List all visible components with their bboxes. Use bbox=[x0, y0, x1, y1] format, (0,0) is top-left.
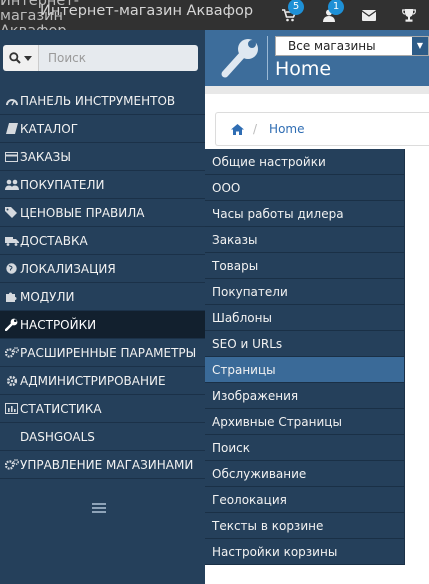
cogs-icon bbox=[3, 458, 20, 471]
search-bar bbox=[3, 45, 198, 71]
puzzle-icon bbox=[3, 291, 20, 302]
envelope-icon bbox=[362, 9, 376, 21]
menu-lines-icon bbox=[92, 503, 106, 513]
sidebar-item-customers[interactable]: ПОКУПАТЕЛИ bbox=[0, 171, 205, 199]
collapse-menu-button[interactable] bbox=[92, 502, 106, 516]
sidebar-item-dashgoals[interactable]: DASHGOALS bbox=[0, 423, 205, 451]
customers-button[interactable]: 1 bbox=[309, 0, 349, 30]
cogs-icon bbox=[3, 346, 20, 359]
sidebar-item-dashboard[interactable]: ПАНЕЛЬ ИНСТРУМЕНТОВ bbox=[0, 87, 205, 115]
cart-button[interactable]: 5 bbox=[269, 0, 309, 30]
sidebar-item-label: АДМИНИСТРИРОВАНИЕ bbox=[20, 373, 166, 388]
submenu-item[interactable]: SEO и URLs bbox=[205, 331, 404, 357]
submenu-item[interactable]: Архивные Страницы bbox=[205, 409, 404, 435]
sidebar-item-orders[interactable]: ЗАКАЗЫ bbox=[0, 143, 205, 171]
customers-badge: 1 bbox=[328, 0, 344, 15]
submenu-item[interactable]: Изображения bbox=[205, 383, 404, 409]
goals-button[interactable] bbox=[389, 0, 429, 30]
truck-icon bbox=[3, 236, 20, 246]
sidebar-item-label: ПАНЕЛЬ ИНСТРУМЕНТОВ bbox=[20, 93, 176, 108]
wrench-icon bbox=[3, 318, 20, 331]
submenu-item[interactable]: Обслуживание bbox=[205, 461, 404, 487]
sidebar-item-catalog[interactable]: КАТАЛОГ bbox=[0, 115, 205, 143]
submenu-item[interactable]: Поиск bbox=[205, 435, 404, 461]
sidebar-item-label: ДОСТАВКА bbox=[20, 233, 88, 248]
sidebar-item-modules[interactable]: МОДУЛИ bbox=[0, 283, 205, 311]
top-icons: 5 1 bbox=[269, 0, 429, 30]
sidebar-item-settings[interactable]: НАСТРОЙКИ bbox=[0, 311, 205, 339]
sidebar-item-label: МОДУЛИ bbox=[20, 289, 75, 304]
submenu-item[interactable]: Покупатели bbox=[205, 279, 404, 305]
submenu-item[interactable]: Тексты в корзине bbox=[205, 513, 404, 539]
store-select[interactable]: Все магазины ▼ bbox=[275, 36, 429, 56]
breadcrumb: / Home bbox=[215, 112, 429, 146]
submenu-item[interactable]: Часы работы дилера bbox=[205, 201, 404, 227]
globe-icon bbox=[3, 263, 20, 274]
page-header: Все магазины ▼ Home bbox=[205, 30, 429, 86]
users-icon bbox=[3, 179, 20, 190]
top-bar: Интернет-магазин Аквафор Интернет-магази… bbox=[0, 0, 429, 39]
messages-button[interactable] bbox=[349, 0, 389, 30]
sidebar-item-localization[interactable]: ЛОКАЛИЗАЦИЯ bbox=[0, 255, 205, 283]
sidebar-item-statistics[interactable]: СТАТИСТИКА bbox=[0, 395, 205, 423]
sidebar-item-label: УПРАВЛЕНИЕ МАГАЗИНАМИ bbox=[20, 457, 194, 472]
sidebar-item-label: СТАТИСТИКА bbox=[20, 401, 102, 416]
cart-badge: 5 bbox=[288, 0, 304, 15]
submenu-item[interactable]: Общие настройки bbox=[205, 149, 404, 175]
sidebar-item-advanced-parameters[interactable]: РАСШИРЕННЫЕ ПАРАМЕТРЫ bbox=[0, 339, 205, 367]
trophy-icon bbox=[402, 8, 416, 22]
sidebar-item-label: ПОКУПАТЕЛИ bbox=[20, 177, 105, 192]
header-divider bbox=[267, 36, 268, 80]
header-gap bbox=[205, 86, 429, 94]
submenu-item[interactable]: Товары bbox=[205, 253, 404, 279]
wrench-icon bbox=[221, 39, 258, 78]
sidebar-item-administration[interactable]: АДМИНИСТРИРОВАНИЕ bbox=[0, 367, 205, 395]
sidebar-item-label: DASHGOALS bbox=[20, 429, 95, 444]
breadcrumb-home[interactable]: Home bbox=[269, 122, 304, 136]
submenu-item-active[interactable]: Страницы bbox=[205, 357, 404, 383]
search-type-button[interactable] bbox=[3, 45, 39, 71]
home-icon[interactable] bbox=[231, 123, 244, 135]
sidebar: ПАНЕЛЬ ИНСТРУМЕНТОВ КАТАЛОГ ЗАКАЗЫ ПОКУП… bbox=[0, 30, 205, 584]
sidebar-item-label: ЗАКАЗЫ bbox=[20, 149, 71, 164]
tags-icon bbox=[3, 207, 20, 218]
sidebar-nav: ПАНЕЛЬ ИНСТРУМЕНТОВ КАТАЛОГ ЗАКАЗЫ ПОКУП… bbox=[0, 87, 205, 479]
submenu-item[interactable]: Настройки корзины bbox=[205, 539, 404, 565]
search-icon bbox=[9, 52, 21, 64]
page-title: Home bbox=[275, 58, 332, 80]
caret-down-icon bbox=[24, 55, 32, 61]
submenu-item[interactable]: Шаблоны bbox=[205, 305, 404, 331]
credit-card-icon bbox=[3, 151, 20, 162]
sidebar-item-label: КАТАЛОГ bbox=[20, 121, 79, 136]
submenu-item[interactable]: Заказы bbox=[205, 227, 404, 253]
caret-down-icon: ▼ bbox=[412, 37, 428, 55]
submenu-item[interactable]: Геолокация bbox=[205, 487, 404, 513]
breadcrumb-separator: / bbox=[253, 122, 258, 136]
brand-title: Интернет-магазин Аквафор bbox=[40, 3, 254, 19]
sidebar-item-shipping[interactable]: ДОСТАВКА bbox=[0, 227, 205, 255]
tag-icon bbox=[3, 123, 20, 134]
sidebar-item-store-management[interactable]: УПРАВЛЕНИЕ МАГАЗИНАМИ bbox=[0, 451, 205, 479]
submenu-item[interactable]: ООО bbox=[205, 175, 404, 201]
settings-submenu: Общие настройки ООО Часы работы дилера З… bbox=[205, 149, 405, 565]
sidebar-item-label: ЛОКАЛИЗАЦИЯ bbox=[20, 261, 116, 276]
sidebar-item-label: НАСТРОЙКИ bbox=[20, 317, 97, 332]
store-select-value: Все магазины bbox=[288, 39, 376, 53]
sidebar-item-label: ЦЕНОВЫЕ ПРАВИЛА bbox=[20, 205, 145, 220]
cog-icon bbox=[3, 375, 20, 387]
search-input[interactable] bbox=[39, 45, 198, 71]
dashboard-icon bbox=[3, 96, 20, 106]
sidebar-item-label: РАСШИРЕННЫЕ ПАРАМЕТРЫ bbox=[20, 345, 197, 360]
sidebar-item-price-rules[interactable]: ЦЕНОВЫЕ ПРАВИЛА bbox=[0, 199, 205, 227]
bar-chart-icon bbox=[3, 403, 20, 414]
